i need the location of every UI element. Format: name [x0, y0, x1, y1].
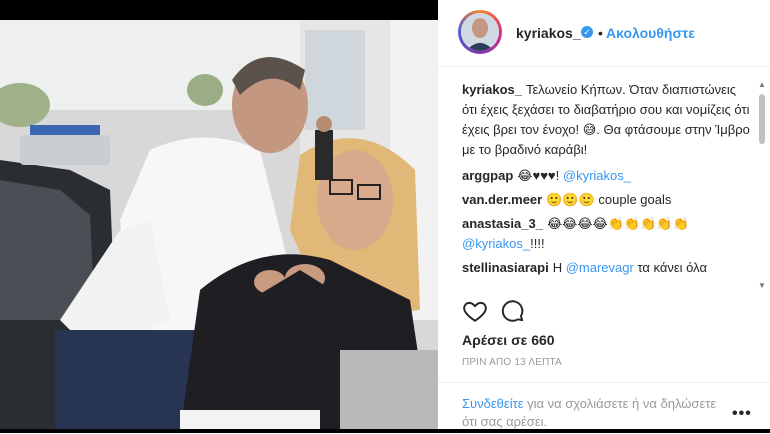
post-photo[interactable] [0, 20, 438, 433]
comment-item: arggpap 😂♥♥♥! @kyriakos_ [462, 166, 750, 186]
post-sidebar: kyriakos_ ✓ • Ακολουθήστε kyriakos_ Τελων… [438, 0, 770, 433]
likes-count[interactable]: Αρέσει σε 660 [462, 332, 555, 348]
comment-text-after: !!!! [530, 236, 545, 251]
heart-icon[interactable] [462, 298, 488, 324]
comment-text: Η [552, 260, 566, 275]
comment-mention[interactable]: @kyriakos_ [462, 236, 530, 251]
photo-illustration [0, 20, 438, 433]
avatar[interactable] [458, 10, 502, 54]
comment-text: 😂😂😂😂👏👏👏👏👏 [546, 216, 689, 231]
scroll-up-arrow-icon[interactable]: ▲ [758, 80, 766, 89]
scrollbar-thumb[interactable] [759, 94, 765, 144]
separator-dot: • [598, 25, 603, 41]
post-timestamp: ΠΡΙΝ ΑΠΟ 13 ΛΕΠΤΑ [462, 357, 562, 368]
comment-mention[interactable]: @marevagr [566, 260, 634, 275]
post-header: kyriakos_ ✓ • Ακολουθήστε [438, 0, 770, 67]
comment-text: 😂♥♥♥! [517, 168, 563, 183]
comment-text-after: τα κάνει όλα [633, 260, 707, 275]
comments-list[interactable]: kyriakos_ Τελωνείο Κήπων. Όταν διαπιστώνε… [462, 80, 750, 290]
comment-item: van.der.meer 🙂🙂🙂 couple goals [462, 190, 750, 210]
comments-scrollbar[interactable]: ▲ ▼ [756, 80, 768, 290]
comment-username[interactable]: stellinasiarapi [462, 260, 549, 275]
username-link[interactable]: kyriakos_ [516, 25, 581, 41]
comment-username[interactable]: arggpap [462, 168, 513, 183]
caption-username[interactable]: kyriakos_ [462, 82, 522, 97]
caption: kyriakos_ Τελωνείο Κήπων. Όταν διαπιστώνε… [462, 80, 750, 160]
comment-username[interactable]: van.der.meer [462, 192, 542, 207]
comment-username[interactable]: anastasia_3_ [462, 216, 543, 231]
follow-button[interactable]: Ακολουθήστε [606, 25, 695, 41]
bottom-black-bar [0, 429, 770, 433]
avatar-image [461, 13, 499, 51]
login-prompt: Συνδεθείτε για να σχολιάσετε ή να δηλώσε… [462, 395, 722, 431]
comment-mention[interactable]: @kyriakos_ [563, 168, 631, 183]
more-options-button[interactable]: ••• [732, 405, 752, 423]
comment-item: anastasia_3_ 😂😂😂😂👏👏👏👏👏 @kyriakos_!!!! [462, 214, 750, 254]
login-link[interactable]: Συνδεθείτε [462, 396, 524, 411]
comment-footer: Συνδεθείτε για να σχολιάσετε ή να δηλώσε… [438, 382, 770, 434]
comment-icon[interactable] [500, 298, 526, 324]
comment-text: 🙂🙂🙂 couple goals [546, 192, 672, 207]
comment-item: stellinasiarapi Η @marevagr τα κάνει όλα [462, 258, 750, 278]
verified-badge-icon: ✓ [581, 26, 593, 38]
scroll-down-arrow-icon[interactable]: ▼ [758, 281, 766, 290]
